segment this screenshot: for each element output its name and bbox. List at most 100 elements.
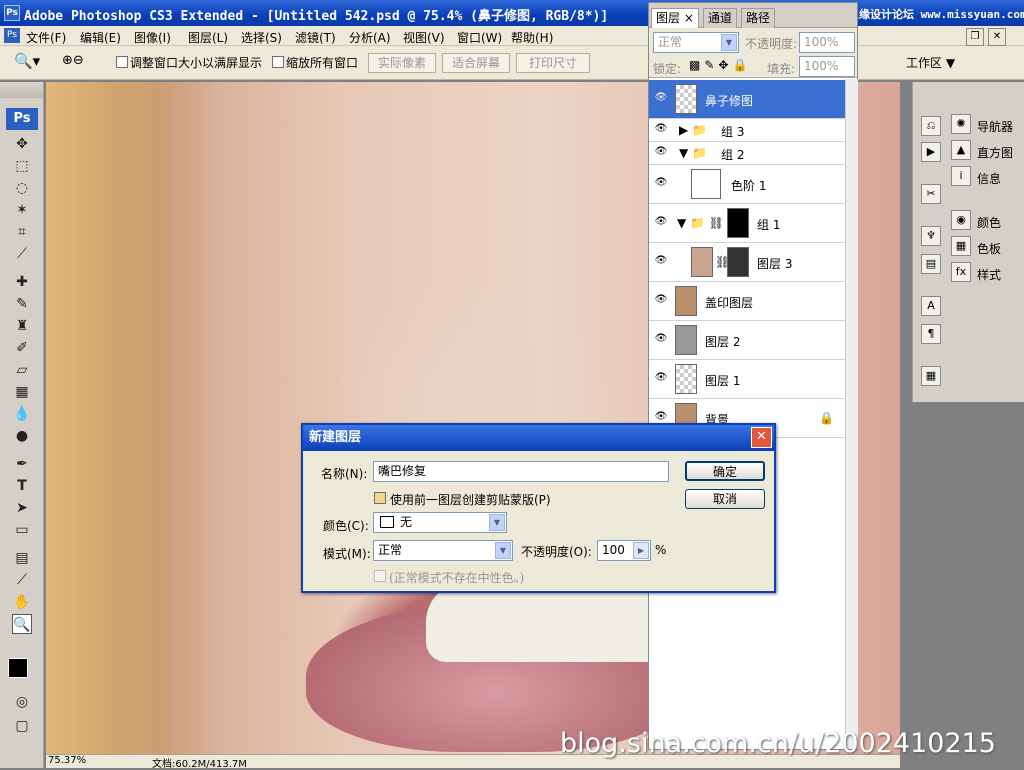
gradient-tool-icon[interactable]: ▦: [12, 382, 32, 402]
workspace-menu[interactable]: 工作区 ▼: [906, 54, 955, 71]
status-zoom[interactable]: 75.37%: [48, 755, 86, 766]
path-selection-icon[interactable]: ➤: [12, 498, 32, 518]
panel-styles[interactable]: 样式: [977, 266, 1001, 283]
layer-row[interactable]: 👁 鼻子修图: [649, 80, 845, 119]
move-tool-icon[interactable]: ✥: [12, 134, 32, 154]
eye-icon[interactable]: 👁: [653, 333, 669, 347]
paragraph-icon[interactable]: ¶: [921, 324, 941, 344]
swatches-icon[interactable]: ▦: [951, 236, 971, 256]
dialog-close-icon[interactable]: ✕: [751, 427, 772, 448]
screen-mode-icon[interactable]: ▢: [12, 716, 32, 736]
doc-close-icon[interactable]: ✕: [988, 28, 1006, 46]
color-icon[interactable]: ◉: [951, 210, 971, 230]
clone-source-icon[interactable]: ▤: [921, 254, 941, 274]
layer-row[interactable]: 👁 图层 2: [649, 321, 845, 360]
layer-comps-icon[interactable]: ▦: [921, 366, 941, 386]
cancel-button[interactable]: 取消: [685, 489, 765, 509]
menu-edit[interactable]: 编辑(E): [80, 29, 121, 46]
magic-wand-icon[interactable]: ✶: [12, 200, 32, 220]
foreground-color-swatch[interactable]: [8, 658, 28, 678]
clone-stamp-icon[interactable]: ♜: [12, 316, 32, 336]
layer-row[interactable]: 👁 图层 1: [649, 360, 845, 399]
document-icon[interactable]: Ps: [4, 28, 20, 43]
menu-file[interactable]: 文件(F): [26, 29, 66, 46]
panel-color[interactable]: 颜色: [977, 214, 1001, 231]
layer-row[interactable]: 👁 ⛓ 图层 3: [649, 243, 845, 282]
mode-select[interactable]: 正常 ▼: [373, 540, 513, 561]
history-brush-icon[interactable]: ✐: [12, 338, 32, 358]
menu-window[interactable]: 窗口(W): [457, 29, 502, 46]
slice-tool-icon[interactable]: ⟋: [12, 244, 32, 264]
menu-analysis[interactable]: 分析(A): [349, 29, 391, 46]
tab-paths[interactable]: 路径: [741, 8, 776, 28]
zoom-tool-icon[interactable]: 🔍▾: [14, 52, 40, 70]
layer-name-input[interactable]: 嘴巴修复: [373, 461, 669, 482]
brushes-icon[interactable]: ♆: [921, 226, 941, 246]
type-tool-icon[interactable]: T: [12, 476, 32, 496]
menu-filter[interactable]: 滤镜(T): [295, 29, 336, 46]
info-icon[interactable]: i: [951, 166, 971, 186]
actions-icon[interactable]: ▶: [921, 142, 941, 162]
layer-row[interactable]: 👁 色阶 1: [649, 165, 845, 204]
quick-mask-icon[interactable]: ◎: [12, 692, 32, 712]
shape-tool-icon[interactable]: ▭: [12, 520, 32, 540]
tab-layers[interactable]: 图层 ×: [651, 8, 699, 28]
blend-mode-select[interactable]: 正常 ▼: [653, 32, 739, 53]
eye-icon[interactable]: 👁: [653, 372, 669, 386]
history-icon[interactable]: ⎌: [921, 116, 941, 136]
layer-row[interactable]: 👁 盖印图层: [649, 282, 845, 321]
pen-tool-icon[interactable]: ✒: [12, 454, 32, 474]
eye-icon[interactable]: 👁: [653, 92, 669, 106]
print-size-button[interactable]: 打印尺寸: [516, 53, 590, 73]
tab-channels[interactable]: 通道: [703, 8, 738, 28]
layer-row[interactable]: 👁 ▼ 📁 ⛓ 组 1: [649, 204, 845, 243]
zoom-all-checkbox[interactable]: [272, 56, 284, 68]
panel-navigator[interactable]: 导航器: [977, 118, 1013, 135]
menu-layer[interactable]: 图层(L): [188, 29, 228, 46]
crop-tool-icon[interactable]: ⌗: [12, 222, 32, 242]
blur-tool-icon[interactable]: 💧: [12, 404, 32, 424]
marquee-tool-icon[interactable]: ⬚: [12, 156, 32, 176]
photoshop-app-icon[interactable]: Ps: [4, 5, 20, 21]
hand-tool-icon[interactable]: ✋: [12, 592, 32, 612]
layer-fill-input[interactable]: 100%: [799, 56, 855, 77]
opacity-input[interactable]: 100 ▶: [597, 540, 651, 561]
doc-restore-icon[interactable]: ❐: [966, 28, 984, 46]
layer-opacity-input[interactable]: 100%: [799, 32, 855, 53]
eye-icon[interactable]: 👁: [653, 123, 669, 137]
panel-info[interactable]: 信息: [977, 170, 1001, 187]
styles-icon[interactable]: fx: [951, 262, 971, 282]
menu-select[interactable]: 选择(S): [241, 29, 282, 46]
toolbox-logo[interactable]: Ps: [6, 108, 38, 130]
layers-scrollbar[interactable]: [845, 79, 858, 749]
clipping-mask-checkbox[interactable]: [374, 492, 386, 504]
toolbox-header[interactable]: [0, 82, 43, 98]
notes-tool-icon[interactable]: ▤: [12, 548, 32, 568]
eye-icon[interactable]: 👁: [653, 177, 669, 191]
actual-pixels-button[interactable]: 实际像素: [368, 53, 436, 73]
tool-presets-icon[interactable]: ✂: [921, 184, 941, 204]
panel-histogram[interactable]: 直方图: [977, 144, 1013, 161]
histogram-icon[interactable]: ▲: [951, 140, 971, 160]
color-select[interactable]: 无 ▼: [373, 512, 507, 533]
zoom-in-out-icons[interactable]: ⊕⊖: [62, 53, 84, 68]
fit-screen-button[interactable]: 适合屏幕: [442, 53, 510, 73]
zoom-tool-icon[interactable]: 🔍: [12, 614, 32, 634]
lasso-tool-icon[interactable]: ◌: [12, 178, 32, 198]
panel-swatches[interactable]: 色板: [977, 240, 1001, 257]
eye-icon[interactable]: 👁: [653, 216, 669, 230]
navigator-icon[interactable]: ✺: [951, 114, 971, 134]
healing-brush-icon[interactable]: ✚: [12, 272, 32, 292]
menu-image[interactable]: 图像(I): [134, 29, 171, 46]
eye-icon[interactable]: 👁: [653, 255, 669, 269]
eye-icon[interactable]: 👁: [653, 294, 669, 308]
layer-row[interactable]: 👁 ▶ 📁 组 3: [649, 119, 845, 142]
menu-view[interactable]: 视图(V): [403, 29, 445, 46]
neutral-color-checkbox[interactable]: [374, 570, 386, 582]
dodge-tool-icon[interactable]: ●: [12, 426, 32, 446]
ok-button[interactable]: 确定: [685, 461, 765, 481]
lock-icons[interactable]: ▩✎✥🔒: [689, 58, 751, 72]
eyedropper-tool-icon[interactable]: ⟋: [12, 570, 32, 590]
eye-icon[interactable]: 👁: [653, 146, 669, 160]
character-icon[interactable]: A: [921, 296, 941, 316]
